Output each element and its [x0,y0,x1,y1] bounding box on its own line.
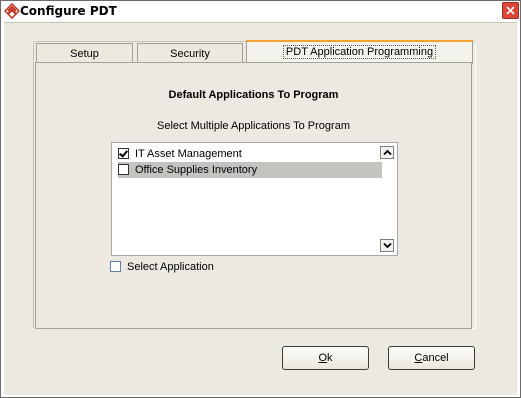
select-application-option[interactable]: Select Application [110,260,214,274]
tab-pdt-application-programming[interactable]: PDT Application Programming [246,40,473,64]
applications-list[interactable]: IT Asset Management Office Supplies Inve… [111,142,398,256]
cancel-button[interactable]: Cancel [388,346,475,370]
scroll-up-button[interactable] [380,146,394,159]
tab-label: Security [170,48,210,60]
application-label: Office Supplies Inventory [135,164,258,176]
application-label: IT Asset Management [135,148,242,160]
scroll-down-button[interactable] [380,239,394,252]
select-application-label: Select Application [127,261,214,273]
chevron-down-icon [383,242,392,249]
ok-mnemonic: O [318,352,328,364]
ok-button[interactable]: Ok [282,346,369,370]
title-bar[interactable]: Configure PDT [1,1,520,21]
tab-label: Setup [70,48,99,60]
chevron-up-icon [383,149,392,156]
cancel-label-rest: ancel [422,352,449,364]
close-icon [506,6,515,15]
window-title: Configure PDT [20,4,117,18]
select-application-checkbox[interactable] [110,260,121,272]
tab-content-area: Default Applications To Program Select M… [35,62,472,329]
list-item[interactable]: IT Asset Management [118,146,382,162]
ok-label-rest: k [327,352,333,364]
configure-pdt-window: Configure PDT Setup Security PDT Applica… [0,0,521,398]
section-heading: Default Applications To Program [168,89,339,101]
application-checkbox[interactable] [118,147,129,159]
close-button[interactable] [502,2,519,19]
diamond-arrows-icon [3,2,21,20]
tab-label: PDT Application Programming [282,45,437,59]
application-checkbox[interactable] [118,163,129,175]
section-subheading: Select Multiple Applications To Program [156,120,350,132]
list-item[interactable]: Office Supplies Inventory [118,162,382,178]
